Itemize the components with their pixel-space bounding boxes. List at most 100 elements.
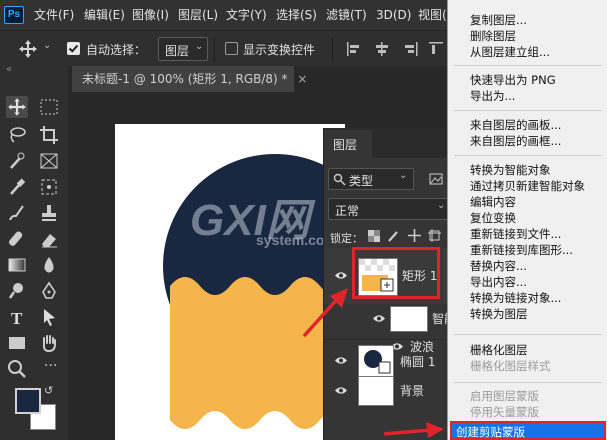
menu-separator: [454, 334, 602, 335]
menu-filter[interactable]: 滤镜(T): [326, 0, 367, 30]
menu-item-create-clipping-mask[interactable]: 创建剪贴蒙版: [450, 421, 606, 440]
menu-item-export-contents[interactable]: 导出内容...: [470, 274, 527, 290]
menu-separator: [454, 65, 602, 66]
type-icon[interactable]: T: [6, 306, 28, 328]
blend-mode-dropdown[interactable]: 正常 ⌄: [328, 198, 450, 220]
divider: [214, 37, 215, 61]
filter-kind-value: 类型: [349, 174, 374, 188]
menu-item-edit-contents[interactable]: 编辑内容: [470, 194, 516, 210]
menu-type[interactable]: 文字(Y): [226, 0, 267, 30]
auto-select-checkbox[interactable]: [67, 42, 80, 55]
show-transform-checkbox[interactable]: [225, 42, 238, 55]
dodge-icon[interactable]: [6, 280, 28, 302]
path-select-icon[interactable]: [38, 306, 60, 328]
menu-layer[interactable]: 图层(L): [178, 0, 218, 30]
menu-item-rasterize-layer[interactable]: 栅格化图层: [470, 342, 528, 358]
menu-item-disable-vector-mask: 停用矢量蒙版: [470, 405, 539, 419]
lasso-icon[interactable]: [6, 124, 28, 146]
menu-item-frame-from-layers[interactable]: 来自图层的画框...: [470, 133, 561, 149]
menu-item-duplicate-layer[interactable]: 复制图层...: [470, 12, 527, 28]
align-top-icon[interactable]: [428, 41, 444, 57]
marquee-icon[interactable]: [38, 96, 60, 118]
chevron-down-icon: ⌄: [437, 200, 446, 211]
frame-icon[interactable]: [38, 150, 60, 172]
ps-logo[interactable]: Ps: [4, 6, 24, 24]
menu-item-new-smart-object-via-copy[interactable]: 通过拷贝新建智能对象: [470, 178, 585, 194]
menu-item-replace-contents[interactable]: 替换内容...: [470, 258, 527, 274]
menu-item-reset-transform[interactable]: 复位变换: [470, 210, 516, 226]
lock-pixels-icon[interactable]: [388, 230, 400, 242]
layer-row-background[interactable]: 背景: [324, 372, 454, 408]
lock-label: 锁定：: [330, 232, 363, 245]
move-tool-button[interactable]: [6, 96, 28, 118]
menu-item-delete-layer[interactable]: 删除图层: [470, 28, 516, 44]
menu-item-label: 创建剪贴蒙版: [456, 425, 525, 439]
eye-icon[interactable]: [334, 271, 348, 280]
auto-select-dropdown[interactable]: 图层 ⌄: [158, 37, 208, 61]
document-tab[interactable]: 未标题-1 @ 100% (矩形 1, RGB/8) * ×: [72, 66, 307, 92]
blend-mode-value: 正常: [335, 204, 360, 218]
menu-item-convert-to-layers[interactable]: 转换为图层: [470, 306, 528, 322]
menu-item-artboard-from-layers[interactable]: 来自图层的画板...: [470, 117, 561, 133]
align-left-icon[interactable]: [346, 41, 362, 57]
align-right-icon[interactable]: [402, 41, 418, 57]
healing-brush-icon[interactable]: [6, 228, 28, 250]
rectangle-tool-icon[interactable]: [6, 332, 28, 354]
menu-file[interactable]: 文件(F): [34, 0, 74, 30]
menu-item-enable-layer-mask: 启用图层蒙版: [470, 389, 539, 403]
brush-icon[interactable]: [6, 202, 28, 224]
image-filter-icon[interactable]: [429, 172, 443, 186]
menu-separator: [454, 382, 602, 383]
chevron-down-icon[interactable]: ⌄: [43, 40, 51, 51]
patch-icon[interactable]: [38, 176, 60, 198]
blur-icon[interactable]: [38, 254, 60, 276]
auto-select-value: 图层: [165, 44, 190, 58]
collapse-icon[interactable]: «: [6, 64, 12, 75]
menu-edit[interactable]: 编辑(E): [84, 0, 125, 30]
context-menu: 复制图层... 删除图层 从图层建立组... 快速导出为 PNG 导出为... …: [447, 0, 607, 440]
filter-kind-dropdown[interactable]: 类型 ⌄: [328, 168, 414, 190]
move-tool-icon[interactable]: [18, 39, 38, 59]
menu-select[interactable]: 选择(S): [276, 0, 317, 30]
menu-item-convert-smart-object[interactable]: 转换为智能对象: [470, 162, 551, 178]
menu-3d[interactable]: 3D(D): [376, 0, 411, 30]
menu-item-group-from-layers[interactable]: 从图层建立组...: [470, 44, 550, 60]
eye-icon[interactable]: [334, 386, 348, 395]
show-transform-label: 显示变换控件: [243, 43, 316, 57]
lock-position-icon[interactable]: [408, 229, 421, 242]
document-title: 未标题-1 @ 100% (矩形 1, RGB/8) *: [82, 72, 288, 86]
swap-colors-icon[interactable]: ↺: [44, 384, 53, 397]
search-icon: [333, 173, 346, 186]
quick-select-icon[interactable]: [6, 150, 28, 172]
foreground-color-swatch[interactable]: [15, 388, 41, 414]
menu-item-quick-export-png[interactable]: 快速导出为 PNG: [470, 72, 556, 88]
more-tools-icon[interactable]: ···: [44, 358, 57, 374]
crop-icon[interactable]: [38, 124, 60, 146]
layer-name[interactable]: 背景: [400, 382, 424, 399]
layers-tab-label: 图层: [333, 138, 358, 152]
artboard-lock-icon[interactable]: [428, 229, 441, 242]
menu-separator: [454, 155, 602, 156]
menu-image[interactable]: 图像(I): [132, 0, 169, 30]
zoom-icon[interactable]: [6, 358, 28, 380]
stamp-icon[interactable]: [38, 202, 60, 224]
lock-transparent-icon[interactable]: [368, 230, 380, 242]
eye-icon[interactable]: [372, 314, 386, 323]
gradient-icon[interactable]: [6, 254, 28, 276]
eye-icon[interactable]: [334, 356, 348, 365]
menu-item-convert-to-linked[interactable]: 转换为链接对象...: [470, 290, 561, 306]
menu-item-relink-to-file[interactable]: 重新链接到文件...: [470, 226, 561, 242]
layer-name[interactable]: 椭圆 1: [400, 353, 435, 370]
hand-icon[interactable]: [38, 332, 60, 354]
eraser-icon[interactable]: [38, 228, 60, 250]
menu-item-export-as[interactable]: 导出为...: [470, 88, 515, 104]
svg-text:T: T: [11, 309, 23, 328]
filter-mask-thumbnail: [390, 306, 428, 332]
close-icon[interactable]: ×: [297, 72, 307, 86]
layers-tab[interactable]: 图层: [324, 130, 372, 158]
pen-icon[interactable]: [38, 280, 60, 302]
menu-view[interactable]: 视图(: [418, 0, 447, 30]
eyedropper-icon[interactable]: [6, 176, 28, 198]
menu-item-relink-to-library[interactable]: 重新链接到库图形...: [470, 242, 573, 258]
align-center-icon[interactable]: [374, 41, 390, 57]
